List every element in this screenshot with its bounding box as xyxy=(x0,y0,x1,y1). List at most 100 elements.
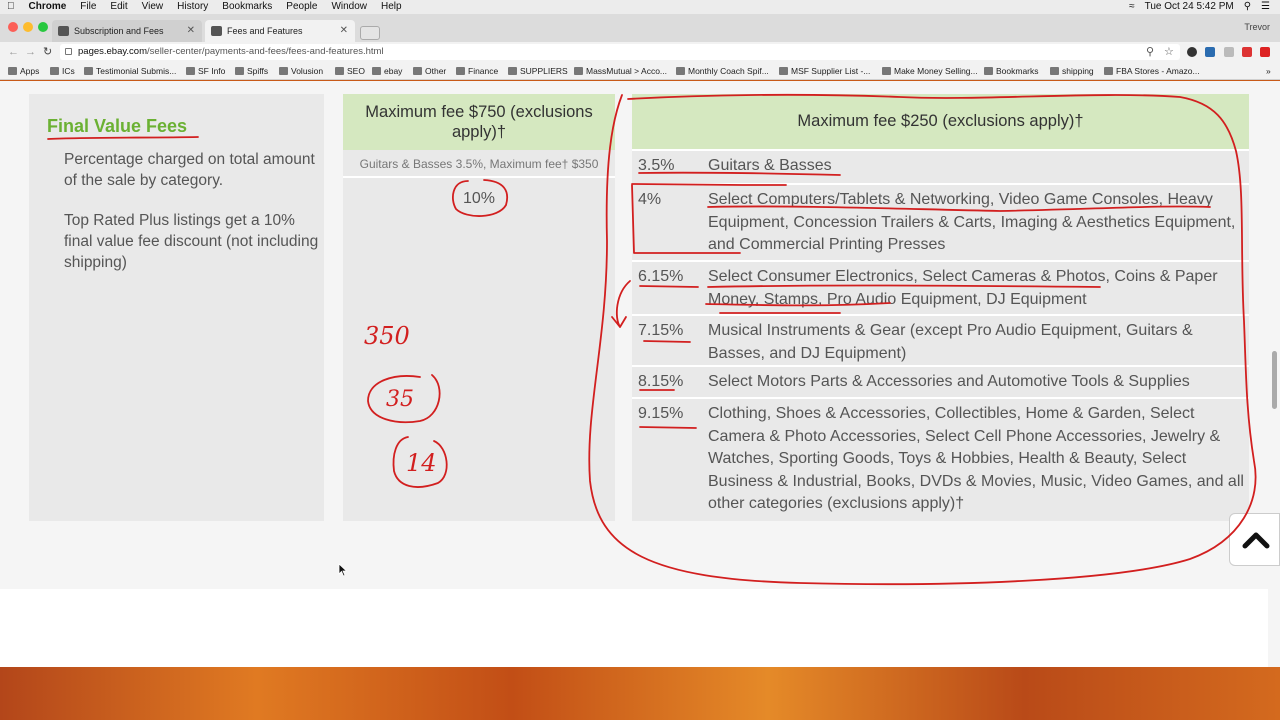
browser-toolbar: ← → ↻ pages.ebay.com/seller-center/payme… xyxy=(0,42,1280,62)
menu-file[interactable]: File xyxy=(73,0,103,14)
menubar-clock[interactable]: Tue Oct 24 5:42 PM xyxy=(1145,0,1234,14)
window-minimize-icon[interactable] xyxy=(23,22,33,32)
bookmark-star-icon[interactable]: ☆ xyxy=(1164,42,1174,62)
window-close-icon[interactable] xyxy=(8,22,18,32)
fee-row: 8.15% Select Motors Parts & Accessories … xyxy=(632,365,1249,397)
bookmark-item[interactable]: Monthly Coach Spif... xyxy=(676,62,769,80)
ink-note-35: 35 xyxy=(386,387,414,412)
bookmark-item[interactable]: SF Info xyxy=(186,62,225,80)
forward-icon[interactable]: → xyxy=(25,42,36,62)
fee-row: 7.15% Musical Instruments & Gear (except… xyxy=(632,314,1249,365)
tab-close-icon[interactable]: ✕ xyxy=(340,20,348,42)
fee-categories: Guitars & Basses xyxy=(708,157,832,174)
address-host: pages.ebay.com xyxy=(78,46,148,57)
reload-icon[interactable]: ↻ xyxy=(43,42,52,62)
web-page: Final Value Fees Percentage charged on t… xyxy=(0,81,1280,667)
fee-rate: 8.15% xyxy=(638,373,684,390)
wifi-icon[interactable]: ≈ xyxy=(1129,0,1135,14)
bookmark-item[interactable]: Apps xyxy=(8,62,39,80)
fee-categories: Musical Instruments & Gear (except Pro A… xyxy=(708,322,1193,362)
zoom-icon[interactable]: ⚲ xyxy=(1146,42,1154,62)
fee-rate: 6.15% xyxy=(638,268,684,285)
ebay-favicon-icon xyxy=(211,26,222,36)
bookmark-item[interactable]: ICs xyxy=(50,62,75,80)
bookmark-item[interactable]: ebay xyxy=(372,62,402,80)
profile-button[interactable]: Trevor xyxy=(1244,22,1270,32)
page-info-icon[interactable] xyxy=(65,48,72,55)
menu-bookmarks[interactable]: Bookmarks xyxy=(215,0,279,14)
fee-row: 3.5% Guitars & Basses xyxy=(632,149,1249,183)
desktop-wallpaper xyxy=(0,660,1280,720)
final-value-fees-title: Final Value Fees xyxy=(47,116,188,136)
bookmark-item[interactable]: SEO xyxy=(335,62,365,80)
window-zoom-icon[interactable] xyxy=(38,22,48,32)
mouse-cursor-icon xyxy=(338,563,348,577)
bookmark-item[interactable]: MSF Supplier List -... xyxy=(779,62,870,80)
tab-subscription-and-fees[interactable]: Subscription and Fees ✕ xyxy=(52,20,202,42)
bookmark-item[interactable]: shipping xyxy=(1050,62,1094,80)
fee-categories: Select Computers/Tablets & Networking, V… xyxy=(708,191,1236,253)
bookmark-item[interactable]: Spiffs xyxy=(235,62,268,80)
ink-note-14: 14 xyxy=(406,449,437,477)
page-scrollbar[interactable] xyxy=(1268,81,1280,667)
menu-window[interactable]: Window xyxy=(324,0,374,14)
spotlight-search-icon[interactable]: ⚲ xyxy=(1244,0,1251,14)
bookmark-item[interactable]: FBA Stores - Amazo... xyxy=(1104,62,1200,80)
apple-icon[interactable]:  xyxy=(0,0,22,14)
fee-description: Percentage charged on total amount of th… xyxy=(64,151,315,189)
fee-categories: Select Motors Parts & Accessories and Au… xyxy=(708,373,1190,390)
new-tab-button[interactable] xyxy=(360,26,380,40)
bookmark-item[interactable]: Make Money Selling... xyxy=(882,62,978,80)
tab-fees-and-features[interactable]: Fees and Features ✕ xyxy=(205,20,355,42)
extension-icon[interactable] xyxy=(1187,47,1197,57)
bookmarks-bar: Apps ICs Testimonial Submis... SF Info S… xyxy=(0,62,1280,80)
bookmark-item[interactable]: Testimonial Submis... xyxy=(84,62,176,80)
fee-percentage: 10% xyxy=(462,190,496,207)
menu-app-name[interactable]: Chrome xyxy=(22,0,74,14)
ebay-favicon-icon xyxy=(58,26,69,36)
bookmark-item[interactable]: Other xyxy=(413,62,446,80)
scrollbar-thumb[interactable] xyxy=(1272,351,1277,409)
guitar-exception-note: Guitars & Basses 3.5%, Maximum fee† $350 xyxy=(343,150,615,178)
bookmark-item[interactable]: Volusion xyxy=(279,62,323,80)
menu-history[interactable]: History xyxy=(170,0,215,14)
menu-list-icon[interactable]: ☰ xyxy=(1261,0,1270,14)
bookmark-item[interactable]: SUPPLIERS xyxy=(508,62,568,80)
fee-rate: 7.15% xyxy=(638,322,684,339)
menu-edit[interactable]: Edit xyxy=(103,0,134,14)
extension-icon[interactable] xyxy=(1224,47,1234,57)
mac-menubar:  Chrome File Edit View History Bookmark… xyxy=(0,0,1280,14)
extension-icon[interactable] xyxy=(1242,47,1252,57)
menu-people[interactable]: People xyxy=(279,0,324,14)
back-to-top-button[interactable] xyxy=(1229,513,1280,566)
extension-icon[interactable] xyxy=(1260,47,1270,57)
tab-close-icon[interactable]: ✕ xyxy=(187,20,195,42)
bookmarks-overflow-icon[interactable]: » xyxy=(1266,62,1271,80)
ink-note-350: 350 xyxy=(364,322,410,350)
fee-row: 6.15% Select Consumer Electronics, Selec… xyxy=(632,260,1249,314)
column-header: Maximum fee $750 (exclusions apply)† xyxy=(343,94,615,150)
column-header: Maximum fee $250 (exclusions apply)† xyxy=(632,94,1249,149)
fee-row: 4% Select Computers/Tablets & Networking… xyxy=(632,183,1249,260)
fee-row: 9.15% Clothing, Shoes & Accessories, Col… xyxy=(632,397,1249,521)
extension-icon[interactable] xyxy=(1205,47,1215,57)
tab-strip: Subscription and Fees ✕ Fees and Feature… xyxy=(0,14,1280,42)
max-fee-750-column: Maximum fee $750 (exclusions apply)† Gui… xyxy=(343,94,615,521)
fee-categories: Select Consumer Electronics, Select Came… xyxy=(708,268,1218,308)
max-fee-250-column: Maximum fee $250 (exclusions apply)† 3.5… xyxy=(632,94,1249,521)
fee-rate: 3.5% xyxy=(638,157,675,174)
fee-type-column: Final Value Fees Percentage charged on t… xyxy=(29,94,324,521)
bookmark-item[interactable]: Finance xyxy=(456,62,498,80)
tab-title: Fees and Features xyxy=(227,26,303,36)
address-bar[interactable]: pages.ebay.com/seller-center/payments-an… xyxy=(60,44,1180,60)
bookmark-item[interactable]: MassMutual > Acco... xyxy=(574,62,667,80)
back-icon[interactable]: ← xyxy=(8,42,19,62)
menu-help[interactable]: Help xyxy=(374,0,409,14)
bookmark-item[interactable]: Bookmarks xyxy=(984,62,1039,80)
menu-view[interactable]: View xyxy=(135,0,171,14)
fee-rate: 4% xyxy=(638,191,662,208)
address-path: /seller-center/payments-and-fees/fees-an… xyxy=(147,46,384,57)
fee-rate: 9.15% xyxy=(638,405,684,422)
fee-categories: Clothing, Shoes & Accessories, Collectib… xyxy=(708,405,1244,512)
tab-title: Subscription and Fees xyxy=(74,26,164,36)
